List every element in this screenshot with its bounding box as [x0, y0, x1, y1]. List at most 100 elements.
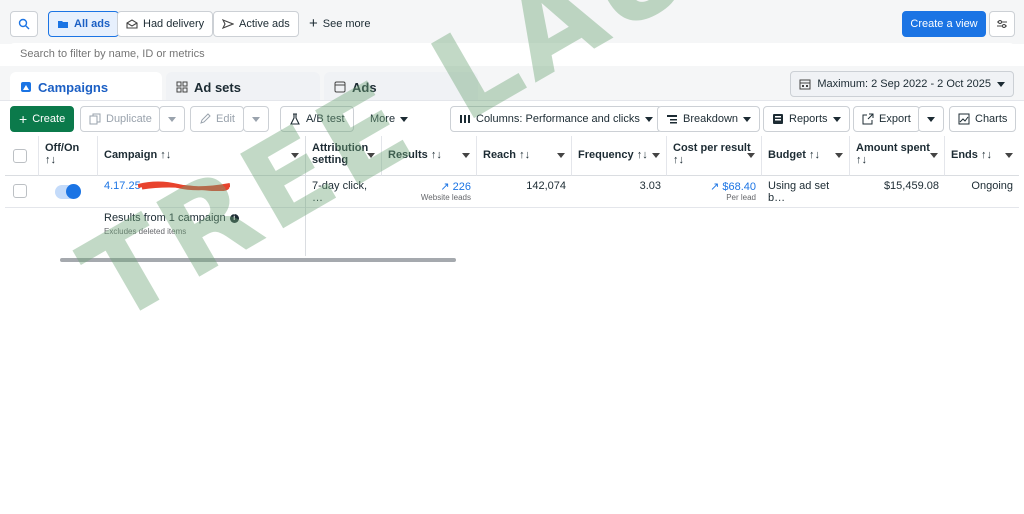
header-ends-label: Ends	[951, 149, 978, 161]
ends-cell: Ongoing	[971, 180, 1013, 192]
sort-icon: ↑↓	[45, 154, 56, 166]
export-label: Export	[879, 113, 911, 125]
trend-up-icon: ↗	[440, 181, 450, 193]
edit-label: Edit	[216, 113, 235, 125]
header-campaign[interactable]: Campaign ↑↓	[98, 136, 306, 176]
info-icon[interactable]: i	[229, 213, 239, 223]
chevron-down-icon	[930, 153, 938, 158]
cost-subtitle: Per lead	[726, 193, 756, 202]
create-view-button[interactable]: Create a view	[902, 11, 986, 37]
chevron-down-icon	[1005, 153, 1013, 158]
tab-ads[interactable]: Ads	[324, 72, 478, 102]
columns-icon	[460, 115, 470, 123]
edit-menu-button[interactable]	[243, 106, 269, 132]
send-icon	[222, 19, 234, 29]
create-button[interactable]: + Create	[10, 106, 75, 132]
see-more-button[interactable]: + See more	[300, 11, 379, 37]
breakdown-button[interactable]: Breakdown	[657, 106, 761, 132]
metrics-search-input[interactable]	[10, 43, 1014, 65]
see-more-label: See more	[322, 18, 371, 30]
filter-bar: All ads Had delivery Active ads + See mo…	[0, 0, 1024, 44]
tab-ads-label: Ads	[352, 79, 377, 95]
header-reach[interactable]: Reach ↑↓	[477, 136, 572, 176]
cost-value[interactable]: $68.40	[722, 181, 756, 193]
table-row[interactable]: 4.17.25 7-day click, … ↗ 226 Website lea…	[5, 176, 1019, 208]
more-button[interactable]: More	[361, 106, 417, 132]
duplicate-button[interactable]: Duplicate	[80, 106, 160, 132]
export-button[interactable]: Export	[853, 106, 920, 132]
edit-button[interactable]: Edit	[190, 106, 244, 132]
header-cost-per-result[interactable]: Cost per result ↑↓	[667, 136, 762, 176]
header-frequency[interactable]: Frequency ↑↓	[572, 136, 667, 176]
chevron-down-icon	[747, 153, 755, 158]
budget-cell: Using ad set b…	[768, 180, 830, 204]
tab-ad-sets-label: Ad sets	[194, 79, 241, 95]
header-amount-label: Amount spent	[856, 142, 930, 154]
sort-icon: ↑↓	[160, 149, 172, 161]
header-attribution[interactable]: Attribution setting	[306, 136, 382, 176]
envelope-icon	[126, 19, 138, 29]
attribution-cell: 7-day click, …	[312, 180, 368, 204]
chevron-down-icon	[557, 153, 565, 158]
sliders-icon	[997, 20, 1007, 28]
cost-per-result-cell: ↗ $68.40 Per lead	[667, 176, 762, 208]
redaction-scribble	[138, 181, 230, 191]
pencil-icon	[200, 113, 211, 124]
had-delivery-filter[interactable]: Had delivery	[117, 11, 214, 37]
grid-icon	[176, 81, 188, 93]
charts-label: Charts	[975, 113, 1008, 125]
header-amount-spent[interactable]: Amount spent ↑↓	[850, 136, 945, 176]
create-view-label: Create a view	[910, 18, 978, 30]
charts-button[interactable]: Charts	[949, 106, 1017, 132]
chevron-down-icon	[997, 81, 1005, 87]
header-budget[interactable]: Budget ↑↓	[762, 136, 850, 176]
frequency-cell: 3.03	[639, 180, 661, 192]
campaign-icon	[21, 82, 31, 92]
create-label: Create	[32, 113, 66, 125]
trend-up-icon: ↗	[710, 181, 720, 193]
export-menu-button[interactable]	[918, 106, 944, 132]
date-range-label: Maximum: 2 Sep 2022 - 2 Oct 2025	[817, 78, 991, 90]
sort-icon: ↑↓	[808, 149, 820, 161]
active-ads-filter[interactable]: Active ads	[213, 11, 299, 37]
ab-test-button[interactable]: A/B test	[280, 106, 354, 132]
tab-ad-sets[interactable]: Ad sets	[166, 72, 320, 102]
reports-button[interactable]: Reports	[763, 106, 850, 132]
columns-button[interactable]: Columns: Performance and clicks	[450, 106, 662, 132]
horizontal-scrollbar[interactable]	[60, 258, 456, 262]
chevron-down-icon	[367, 153, 375, 158]
all-ads-filter[interactable]: All ads	[48, 11, 120, 37]
view-settings-button[interactable]	[989, 11, 1015, 37]
header-campaign-label: Campaign	[104, 149, 158, 161]
campaigns-table: Off/On ↑↓ Campaign ↑↓ Attribution settin…	[5, 136, 1019, 256]
results-value[interactable]: 226	[453, 181, 471, 193]
campaign-toggle[interactable]	[55, 184, 81, 199]
chevron-down-icon	[168, 116, 176, 122]
tab-campaigns[interactable]: Campaigns	[10, 72, 162, 102]
tab-campaigns-label: Campaigns	[38, 79, 109, 95]
header-ends[interactable]: Ends ↑↓	[945, 136, 1019, 176]
select-all-checkbox[interactable]	[13, 149, 27, 163]
reports-icon	[773, 114, 783, 124]
flask-icon	[290, 113, 300, 125]
header-select-all	[5, 136, 39, 176]
chevron-down-icon	[743, 116, 752, 122]
search-toggle-button[interactable]	[10, 11, 38, 37]
summary-title: Results from 1 campaign	[104, 212, 226, 224]
header-reach-label: Reach	[483, 149, 517, 161]
header-off-on-label: Off/On	[45, 142, 80, 154]
duplicate-menu-button[interactable]	[159, 106, 185, 132]
breakdown-icon	[667, 115, 677, 124]
date-range-picker[interactable]: Maximum: 2 Sep 2022 - 2 Oct 2025	[790, 71, 1014, 97]
chevron-down-icon	[835, 153, 843, 158]
campaign-name-link[interactable]: 4.17.25	[104, 180, 141, 192]
sort-icon: ↑↓	[430, 149, 442, 161]
row-checkbox[interactable]	[13, 184, 27, 198]
header-off-on[interactable]: Off/On ↑↓	[39, 136, 98, 176]
campaign-cell: 4.17.25	[98, 176, 306, 208]
header-results-label: Results	[388, 149, 428, 161]
results-subtitle: Website leads	[420, 193, 471, 202]
chevron-down-icon	[291, 153, 299, 158]
header-results[interactable]: Results ↑↓	[382, 136, 477, 176]
reach-cell: 142,074	[526, 180, 566, 192]
